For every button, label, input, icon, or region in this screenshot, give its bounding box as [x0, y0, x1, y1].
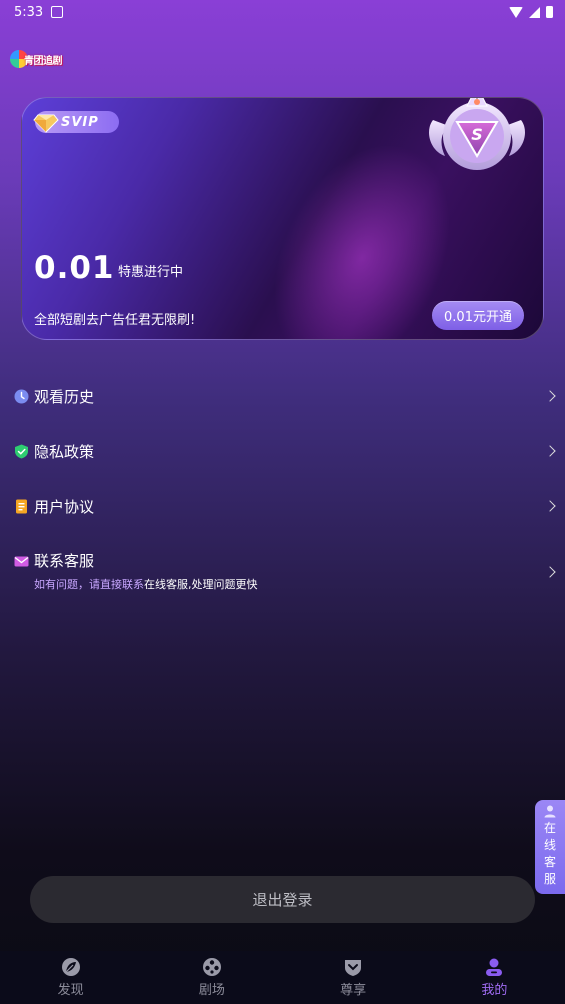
- card-description: 全部短剧去广告任君无限刷!: [34, 313, 196, 328]
- status-indicators: [509, 6, 553, 18]
- svip-badge: SVIP: [33, 111, 119, 133]
- menu-item-watch-history[interactable]: 观看历史: [14, 385, 556, 407]
- nav-label: 尊享: [340, 983, 367, 998]
- mail-icon: [14, 556, 29, 567]
- film-reel-icon: [202, 958, 221, 976]
- menu-label: 隐私政策: [34, 442, 95, 461]
- svip-label: SVIP: [61, 114, 99, 130]
- heart-badge-icon: [345, 960, 362, 976]
- clock-icon: [14, 389, 29, 403]
- contact-hint-prefix: 如有问题，请直接联系: [34, 578, 144, 591]
- nav-label: 发现: [57, 983, 84, 998]
- nav-item-theater[interactable]: 剧场: [141, 951, 282, 1004]
- logout-button[interactable]: 退出登录: [30, 876, 535, 923]
- app-logo: 青团追剧: [10, 48, 63, 70]
- nav-item-discover[interactable]: 发现: [0, 951, 141, 1004]
- svg-text:S: S: [471, 125, 483, 144]
- nav-item-premium[interactable]: 尊享: [283, 951, 424, 1004]
- menu-item-privacy-policy[interactable]: 隐私政策: [14, 440, 556, 462]
- signal-icon: [529, 6, 540, 18]
- menu-label: 联系客服: [34, 552, 95, 570]
- wifi-icon: [509, 6, 523, 18]
- chevron-right-icon: [544, 445, 556, 457]
- battery-icon: [546, 6, 553, 18]
- promo-text: 特惠进行中: [118, 265, 184, 280]
- bottom-nav: 发现 剧场 尊享 我的: [0, 951, 565, 1004]
- contact-hint-suffix: 在线客服,处理问题更快: [144, 578, 258, 591]
- nav-label: 剧场: [198, 983, 225, 998]
- float-service-char: 线: [543, 838, 556, 852]
- float-service-char: 服: [543, 872, 556, 886]
- floating-online-service-button[interactable]: 在 线 客 服: [535, 800, 565, 894]
- float-service-char: 在: [543, 821, 556, 835]
- menu-item-user-agreement[interactable]: 用户协议: [14, 495, 556, 517]
- status-bar: 5:33: [0, 0, 565, 24]
- nav-item-mine[interactable]: 我的: [424, 951, 565, 1004]
- leaf-icon: [61, 958, 80, 976]
- person-icon: [544, 805, 556, 818]
- chevron-right-icon: [544, 390, 556, 402]
- menu-label: 观看历史: [34, 387, 95, 406]
- vip-card[interactable]: SVIP S 0.01 特惠进行中 全部短剧去广告任君无限刷! 0.01元开通: [21, 97, 544, 340]
- crown-emblem-icon: S: [429, 98, 525, 170]
- chevron-right-icon: [544, 566, 556, 578]
- menu-label: 用户协议: [34, 497, 95, 516]
- logo-text: 青团追剧: [24, 55, 63, 67]
- price-value: 0.01: [34, 250, 115, 286]
- nav-label: 我的: [481, 983, 508, 998]
- float-service-char: 客: [543, 855, 556, 869]
- document-icon: [16, 499, 27, 513]
- diamond-icon: [33, 111, 59, 133]
- person-icon: [486, 958, 503, 976]
- open-vip-button[interactable]: 0.01元开通: [432, 301, 524, 330]
- chevron-right-icon: [544, 500, 556, 512]
- status-time: 5:33: [14, 4, 44, 20]
- shield-check-icon: [15, 444, 28, 458]
- notification-icon: [51, 6, 64, 18]
- contact-service-hint: 如有问题，请直接联系在线客服,处理问题更快: [34, 576, 258, 592]
